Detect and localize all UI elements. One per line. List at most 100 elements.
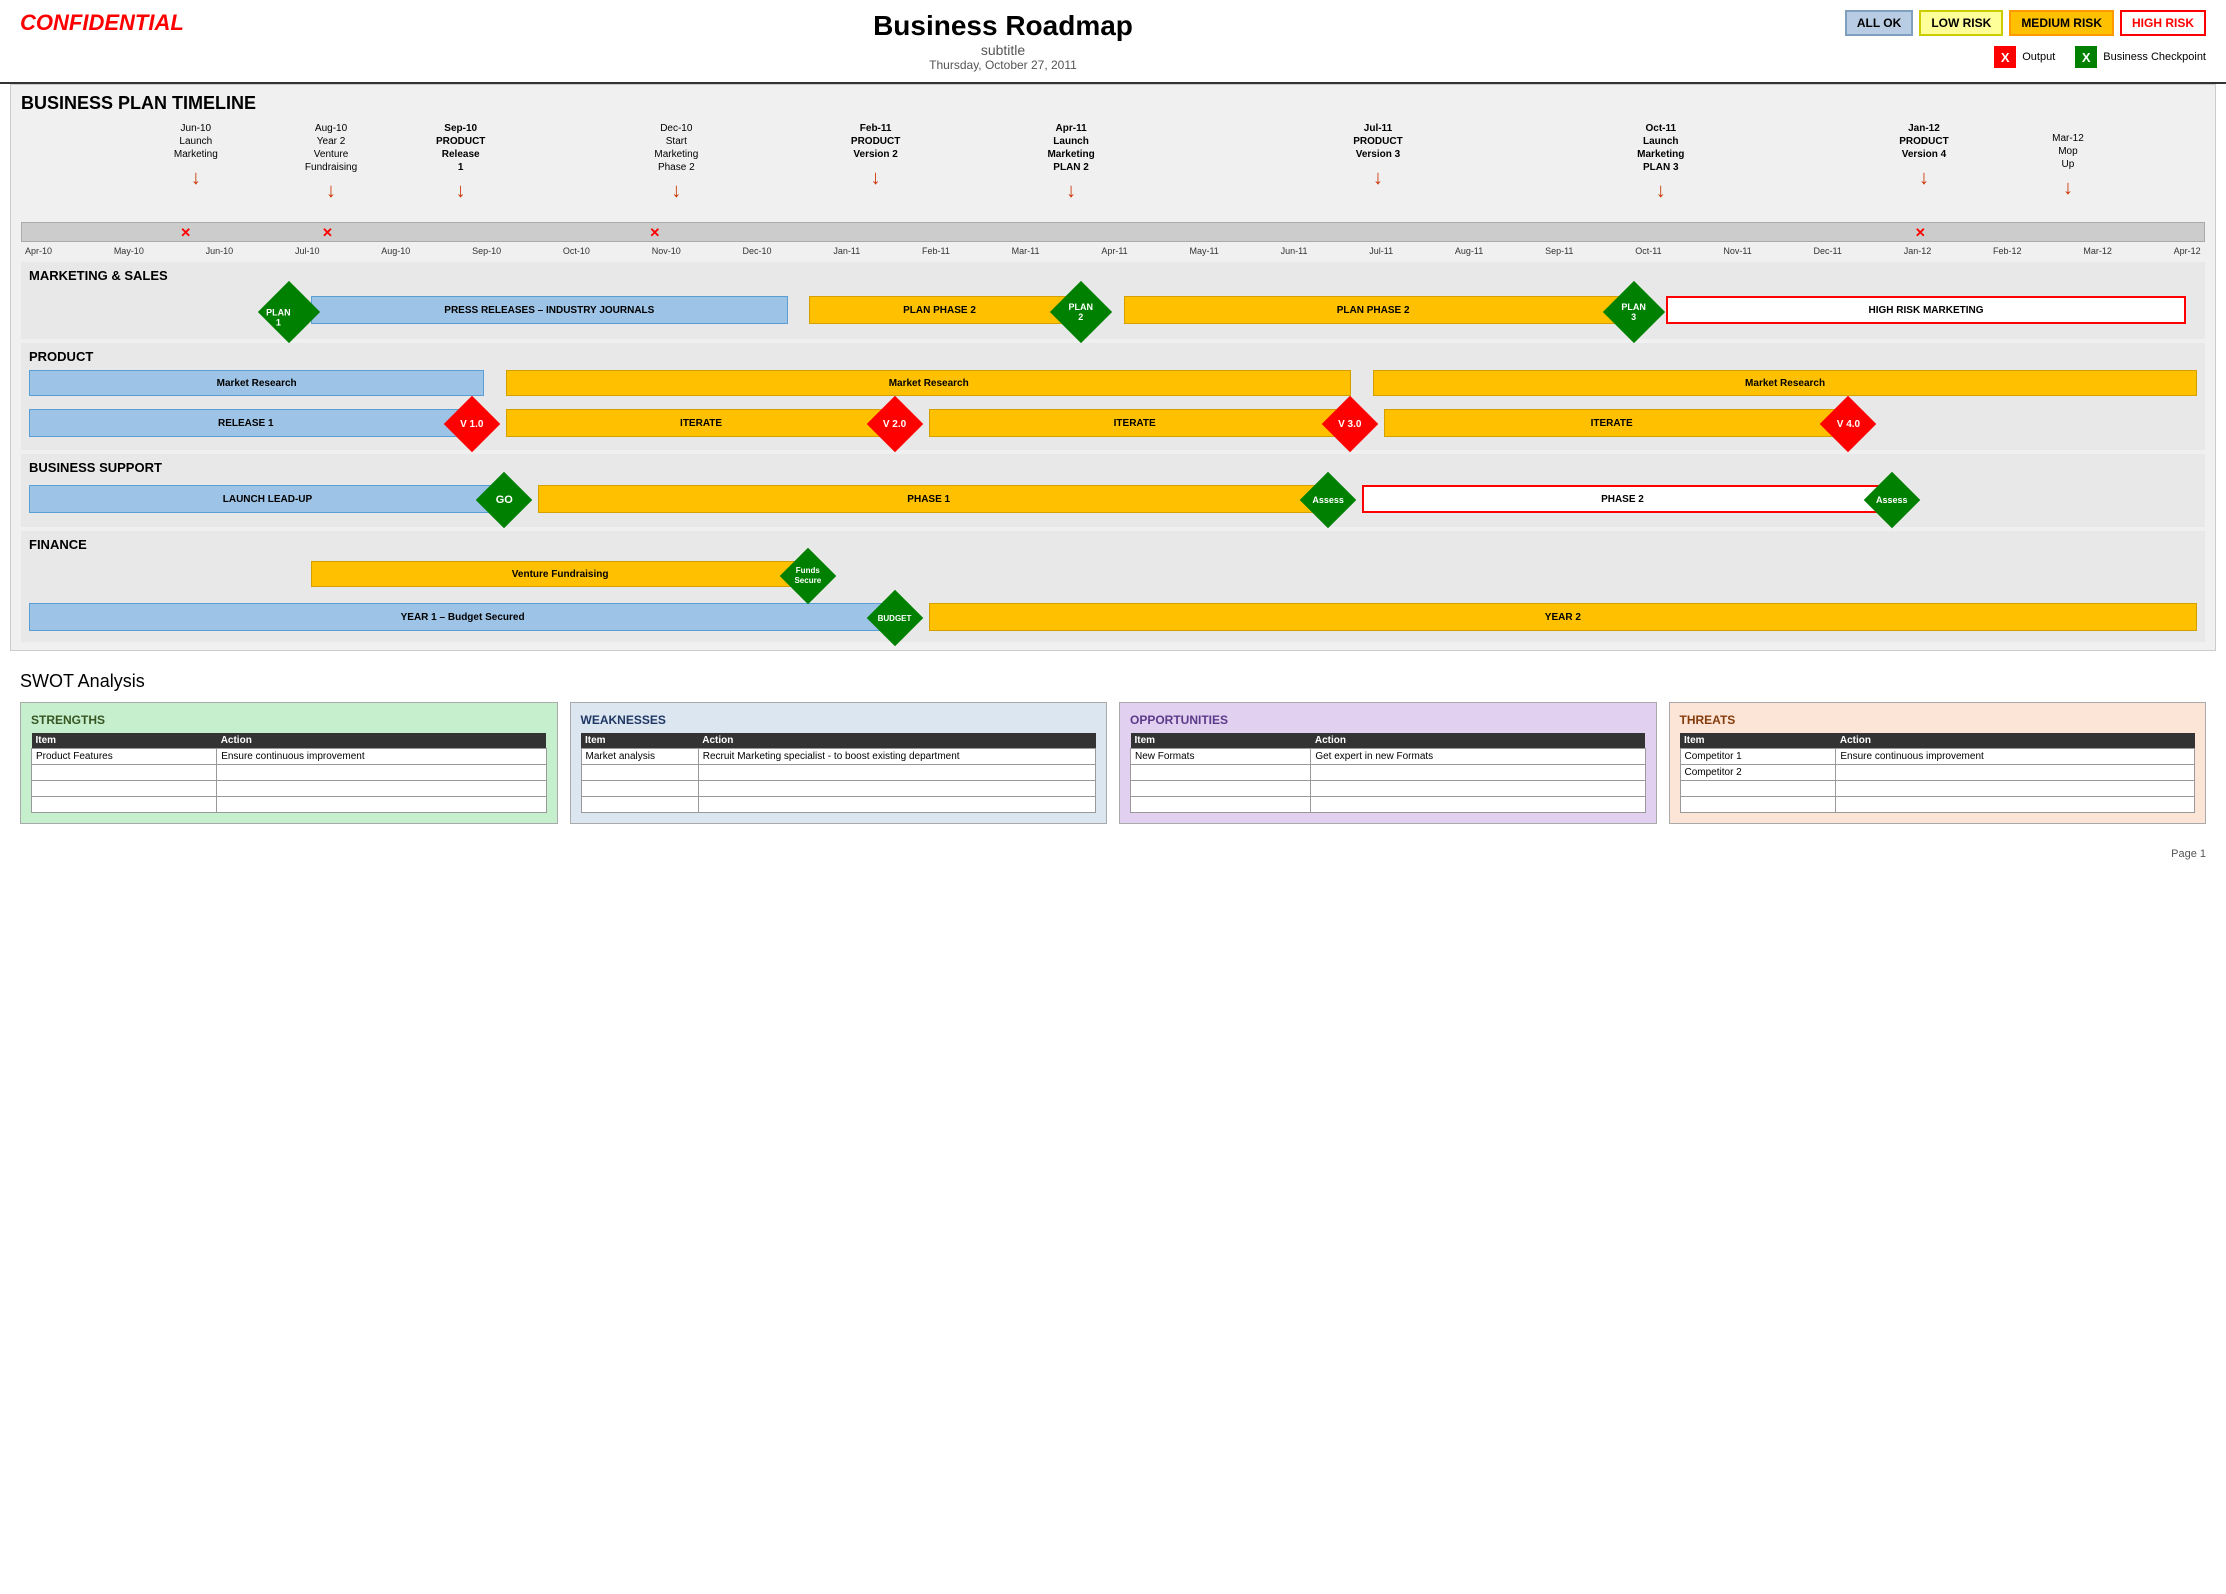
bizsupport-swimlane: BUSINESS SUPPORT LAUNCH LEAD-UP GO PHASE… [21,454,2205,527]
weaknesses-col-action: Action [698,733,1095,749]
marketing-content: PLAN1 PRESS RELEASES – INDUSTRY JOURNALS… [29,287,2197,333]
tl-label-mar12: Mar-12MopUp ↓ [2052,132,2084,201]
marker-jun10: ✕ [180,225,191,241]
threats-title: THREATS [1680,713,2196,727]
title-block: Business Roadmap subtitle Thursday, Octo… [220,10,1786,72]
tl-label-feb11: Feb-11PRODUCTVersion 2 ↓ [851,122,900,191]
marker-jan12: ✕ [1915,225,1926,241]
tl-label-jul11: Jul-11PRODUCTVersion 3 ↓ [1353,122,1402,191]
threats-action-4 [1836,797,2195,813]
strengths-table: ItemAction Product FeaturesEnsure contin… [31,733,547,813]
allok-button[interactable]: ALL OK [1845,10,1913,36]
marker-dec10: ✕ [649,225,660,241]
weaknesses-action-3 [698,781,1095,797]
v1-label: V 1.0 [452,404,492,444]
timeline-bar: ✕ ✕ ✕ ✕ [21,222,2205,242]
opportunities-table: ItemAction New FormatsGet expert in new … [1130,733,1646,813]
market-research-row: Market Research Market Research Market R… [29,368,2197,400]
weaknesses-action-4 [698,797,1095,813]
threats-table: ItemAction Competitor 1Ensure continuous… [1680,733,2196,813]
date-label: Thursday, October 27, 2011 [220,58,1786,72]
opportunities-item-4 [1131,797,1311,813]
opportunities-item-1: New Formats [1131,749,1311,765]
mediumrisk-button[interactable]: MEDIUM RISK [2009,10,2114,36]
confidential-label: CONFIDENTIAL [20,10,220,36]
year-row: YEAR 1 – Budget Secured BUDGET YEAR 2 [29,598,2197,636]
swot-grid: STRENGTHS ItemAction Product FeaturesEns… [20,702,2206,824]
product-versions-row: RELEASE 1 V 1.0 ITERATE V 2.0 ITERATE V … [29,404,2197,444]
opportunities-box: OPPORTUNITIES ItemAction New FormatsGet … [1119,702,1657,824]
output-icon: X [1994,46,2016,68]
weaknesses-item-2 [581,765,698,781]
swot-title: SWOT Analysis [20,671,2206,692]
bar-year2: YEAR 2 [929,603,2197,631]
bar-high-risk: HIGH RISK MARKETING [1666,296,2186,324]
strengths-item-2 [32,765,217,781]
bar-iterate1: ITERATE [506,409,896,437]
threats-item-4 [1680,797,1836,813]
page-title: Business Roadmap [220,10,1786,42]
lowrisk-button[interactable]: LOW RISK [1919,10,2003,36]
opportunities-title: OPPORTUNITIES [1130,713,1646,727]
tl-label-sep10: Sep-10PRODUCTRelease1 ↓ [436,122,485,204]
strengths-action-2 [217,765,546,781]
opportunities-action-4 [1311,797,1645,813]
opportunities-col-action: Action [1311,733,1645,749]
subtitle: subtitle [220,42,1786,58]
marketing-swimlane: MARKETING & SALES PLAN1 PRESS RELEASES –… [21,262,2205,339]
weaknesses-table: ItemAction Market analysisRecruit Market… [581,733,1097,813]
weaknesses-item-3 [581,781,698,797]
legend-block: ALL OK LOW RISK MEDIUM RISK HIGH RISK X … [1786,10,2206,68]
strengths-item-4 [32,797,217,813]
bar-press-releases: PRESS RELEASES – INDUSTRY JOURNALS [311,296,788,324]
bar-plan-phase2-left: PLAN PHASE 2 [809,296,1069,324]
v3-label: V 3.0 [1330,404,1370,444]
page-number: Page 1 [0,844,2226,864]
tl-label-jan12: Jan-12PRODUCTVersion 4 ↓ [1899,122,1948,191]
checkpoint-label: Business Checkpoint [2103,51,2206,63]
bar-phase2: PHASE 2 [1362,485,1882,513]
budget-label: BUDGET [875,598,915,638]
output-legend: X Output [1994,46,2055,68]
output-label: Output [2022,51,2055,63]
product-title: PRODUCT [29,349,2197,364]
finance-title: FINANCE [29,537,2197,552]
risk-buttons: ALL OK LOW RISK MEDIUM RISK HIGH RISK [1786,10,2206,36]
bar-phase1: PHASE 1 [538,485,1318,513]
bar-release1: RELEASE 1 [29,409,463,437]
bar-market-research-3: Market Research [1373,370,2197,396]
threats-col-action: Action [1836,733,2195,749]
threats-item-2: Competitor 2 [1680,765,1836,781]
bar-plan-phase2-right: PLAN PHASE 2 [1124,296,1623,324]
strengths-action-3 [217,781,546,797]
plan1-diamond: PLAN1 [258,281,320,343]
opportunities-col-item: Item [1131,733,1311,749]
strengths-col-item: Item [32,733,217,749]
highrisk-button[interactable]: HIGH RISK [2120,10,2206,36]
tl-label-dec10: Dec-10StartMarketingPhase 2 ↓ [654,122,698,204]
bizsupport-content: LAUNCH LEAD-UP GO PHASE 1 Assess PHASE 2… [29,479,2197,521]
timeline-labels-row: Jun-10LaunchMarketing ↓ Aug-10Year 2Vent… [21,122,2205,222]
timeline-section: BUSINESS PLAN TIMELINE Jun-10LaunchMarke… [10,84,2216,651]
weaknesses-item-4 [581,797,698,813]
threats-action-1: Ensure continuous improvement [1836,749,2195,765]
month-labels: Apr-10May-10Jun-10Jul-10Aug-10Sep-10Oct-… [21,246,2205,256]
opportunities-action-3 [1311,781,1645,797]
weaknesses-action-2 [698,765,1095,781]
plan3-diamond-label: PLAN3 [1612,290,1656,334]
finance-swimlane: FINANCE Venture Fundraising FundsSecure … [21,531,2205,642]
threats-action-2 [1836,765,2195,781]
marker-aug10: ✕ [322,225,333,241]
strengths-box: STRENGTHS ItemAction Product FeaturesEns… [20,702,558,824]
v2-label: V 2.0 [875,404,915,444]
tl-label-aug10: Aug-10Year 2VentureFundraising ↓ [305,122,357,204]
opportunities-action-1: Get expert in new Formats [1311,749,1645,765]
strengths-col-action: Action [217,733,546,749]
tl-label-oct11: Oct-11LaunchMarketingPLAN 3 ↓ [1637,122,1684,204]
bar-venture: Venture Fundraising [311,561,810,587]
tl-label-jun10: Jun-10LaunchMarketing ↓ [174,122,218,191]
venture-row: Venture Fundraising FundsSecure [29,556,2197,594]
v4-label: V 4.0 [1828,404,1868,444]
strengths-title: STRENGTHS [31,713,547,727]
tl-label-apr11: Apr-11LaunchMarketingPLAN 2 ↓ [1047,122,1094,204]
